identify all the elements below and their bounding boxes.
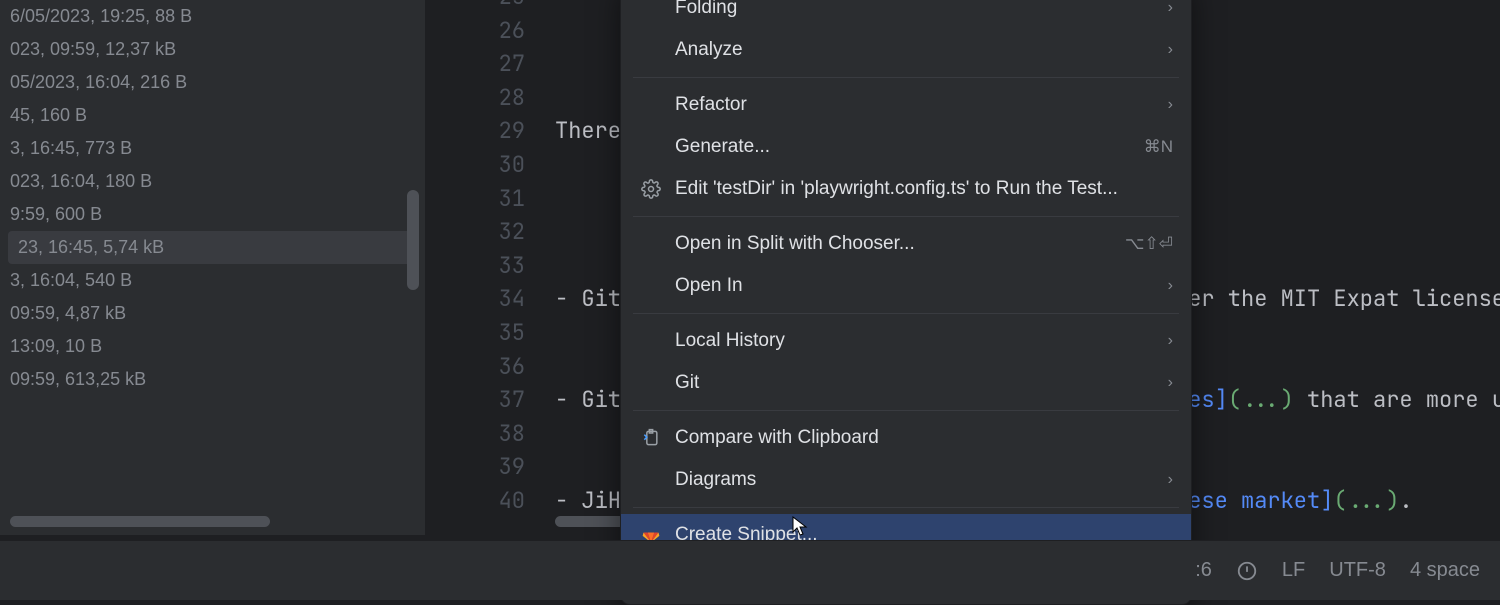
code-line: - JiHnese market](...). bbox=[555, 484, 621, 518]
line-number: 31 bbox=[425, 182, 545, 216]
chevron-right-icon: › bbox=[1168, 0, 1173, 17]
code-content[interactable]: There - Gitder the MIT Expat license - G… bbox=[555, 0, 621, 535]
file-item[interactable]: 13:09, 10 B bbox=[0, 330, 425, 363]
gear-icon bbox=[639, 177, 663, 201]
line-number: 34 bbox=[425, 282, 545, 316]
editor-horizontal-scrollbar[interactable] bbox=[555, 516, 625, 527]
file-item[interactable]: 6/05/2023, 19:25, 88 B bbox=[0, 0, 425, 33]
file-item[interactable]: 09:59, 4,87 kB bbox=[0, 297, 425, 330]
cursor-position[interactable]: :6 bbox=[1195, 559, 1212, 582]
menu-item-local-history[interactable]: Local History › bbox=[621, 320, 1191, 362]
menu-shortcut: ⌘N bbox=[1144, 137, 1173, 157]
file-item[interactable]: 45, 160 B bbox=[0, 99, 425, 132]
menu-shortcut: ⌥⇧⏎ bbox=[1125, 234, 1173, 254]
chevron-right-icon: › bbox=[1168, 277, 1173, 295]
line-number: 38 bbox=[425, 417, 545, 451]
menu-label: Refactor bbox=[675, 94, 1156, 116]
indent-setting[interactable]: 4 space bbox=[1410, 559, 1480, 582]
line-number: 35 bbox=[425, 316, 545, 350]
menu-separator bbox=[633, 216, 1179, 217]
chevron-right-icon: › bbox=[1168, 471, 1173, 489]
file-item[interactable]: 023, 09:59, 12,37 kB bbox=[0, 33, 425, 66]
menu-label: Local History bbox=[675, 330, 1156, 352]
menu-item-diagrams[interactable]: Diagrams › bbox=[621, 459, 1191, 501]
file-sidebar: 6/05/2023, 19:25, 88 B 023, 09:59, 12,37… bbox=[0, 0, 425, 535]
line-number: 25 bbox=[425, 0, 545, 14]
menu-item-open-split[interactable]: Open in Split with Chooser... ⌥⇧⏎ bbox=[621, 223, 1191, 265]
menu-separator bbox=[633, 507, 1179, 508]
menu-separator bbox=[633, 313, 1179, 314]
menu-separator bbox=[633, 410, 1179, 411]
spacer-icon bbox=[639, 232, 663, 256]
file-item[interactable]: 05/2023, 16:04, 216 B bbox=[0, 66, 425, 99]
chevron-right-icon: › bbox=[1168, 41, 1173, 59]
menu-label: Open In bbox=[675, 275, 1156, 297]
line-number: 28 bbox=[425, 81, 545, 115]
menu-label: Git bbox=[675, 372, 1156, 394]
spacer-icon bbox=[639, 371, 663, 395]
file-item[interactable]: 09:59, 613,25 kB bbox=[0, 363, 425, 396]
chevron-right-icon: › bbox=[1168, 332, 1173, 350]
menu-separator bbox=[633, 77, 1179, 78]
line-number: 37 bbox=[425, 383, 545, 417]
menu-item-compare-clipboard[interactable]: Compare with Clipboard bbox=[621, 417, 1191, 459]
menu-item-open-in[interactable]: Open In › bbox=[621, 265, 1191, 307]
file-list: 6/05/2023, 19:25, 88 B 023, 09:59, 12,37… bbox=[0, 0, 425, 396]
spacer-icon bbox=[639, 93, 663, 117]
spacer-icon bbox=[639, 38, 663, 62]
clipboard-icon bbox=[639, 426, 663, 450]
menu-item-folding[interactable]: Folding › bbox=[621, 0, 1191, 29]
chevron-right-icon: › bbox=[1168, 374, 1173, 392]
code-line: There bbox=[555, 114, 621, 148]
code-line: - Gitres](...) that are more us bbox=[555, 383, 621, 417]
line-number: 26 bbox=[425, 14, 545, 48]
line-number: 27 bbox=[425, 47, 545, 81]
vertical-scrollbar[interactable] bbox=[407, 190, 419, 290]
warnings-indicator-icon[interactable] bbox=[1236, 560, 1258, 582]
code-line: - Gitder the MIT Expat license bbox=[555, 282, 621, 316]
spacer-icon bbox=[639, 329, 663, 353]
spacer-icon bbox=[639, 274, 663, 298]
menu-label: Edit 'testDir' in 'playwright.config.ts'… bbox=[675, 178, 1173, 200]
line-number-gutter: 25 26 27 28 29 30 31 32 33 34 35 36 37 3… bbox=[425, 0, 545, 518]
context-menu: Folding › Analyze › Refactor › Generate.… bbox=[620, 0, 1192, 605]
line-number: 33 bbox=[425, 249, 545, 283]
spacer-icon bbox=[639, 135, 663, 159]
menu-item-git[interactable]: Git › bbox=[621, 362, 1191, 404]
menu-label: Folding bbox=[675, 0, 1156, 19]
menu-label: Analyze bbox=[675, 39, 1156, 61]
file-item[interactable]: 9:59, 600 B bbox=[0, 198, 425, 231]
line-number: 29 bbox=[425, 114, 545, 148]
menu-item-generate[interactable]: Generate... ⌘N bbox=[621, 126, 1191, 168]
line-number: 32 bbox=[425, 215, 545, 249]
file-item[interactable]: 3, 16:45, 773 B bbox=[0, 132, 425, 165]
line-number: 36 bbox=[425, 350, 545, 384]
line-number: 39 bbox=[425, 450, 545, 484]
file-item-selected[interactable]: 23, 16:45, 5,74 kB bbox=[8, 231, 417, 264]
chevron-right-icon: › bbox=[1168, 96, 1173, 114]
line-number: 30 bbox=[425, 148, 545, 182]
menu-label: Compare with Clipboard bbox=[675, 427, 1173, 449]
menu-item-refactor[interactable]: Refactor › bbox=[621, 84, 1191, 126]
line-number: 40 bbox=[425, 484, 545, 518]
file-item[interactable]: 023, 16:04, 180 B bbox=[0, 165, 425, 198]
file-encoding[interactable]: UTF-8 bbox=[1329, 559, 1386, 582]
menu-item-edit-testdir[interactable]: Edit 'testDir' in 'playwright.config.ts'… bbox=[621, 168, 1191, 210]
horizontal-scrollbar[interactable] bbox=[10, 516, 270, 527]
spacer-icon bbox=[639, 468, 663, 492]
line-separator[interactable]: LF bbox=[1282, 559, 1305, 582]
menu-label: Diagrams bbox=[675, 469, 1156, 491]
menu-label: Generate... bbox=[675, 136, 1132, 158]
status-bar: :6 LF UTF-8 4 space bbox=[0, 540, 1500, 600]
menu-label: Open in Split with Chooser... bbox=[675, 233, 1113, 255]
spacer-icon bbox=[639, 0, 663, 20]
file-item[interactable]: 3, 16:04, 540 B bbox=[0, 264, 425, 297]
menu-item-analyze[interactable]: Analyze › bbox=[621, 29, 1191, 71]
